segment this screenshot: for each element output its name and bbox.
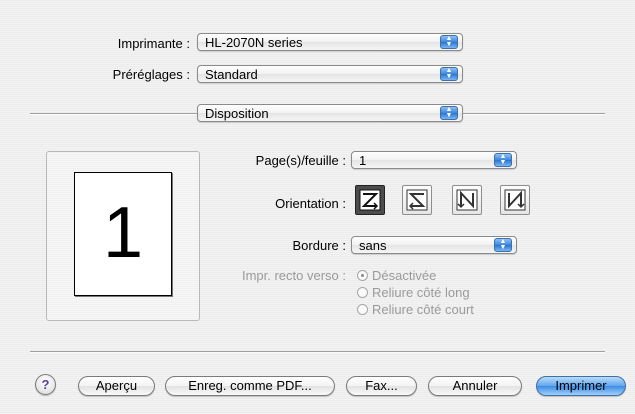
- separator-left: [30, 113, 197, 115]
- fax-button[interactable]: Fax...: [346, 376, 417, 396]
- radio-button-icon: [357, 287, 368, 298]
- duplex-option-label: Reliure côté court: [372, 302, 474, 317]
- printer-popup[interactable]: HL-2070N series ▲ ▼: [197, 33, 463, 51]
- panel-popup[interactable]: Disposition ▲ ▼: [197, 104, 463, 122]
- s-right-left-icon: [406, 189, 428, 211]
- border-value: sans: [359, 238, 387, 253]
- radio-button-icon: [357, 270, 368, 281]
- popup-arrows-icon: ▲ ▼: [494, 153, 512, 167]
- orientation-z-button[interactable]: [355, 185, 385, 215]
- save-as-pdf-button[interactable]: Enreg. comme PDF...: [165, 376, 335, 396]
- popup-arrows-icon: ▲ ▼: [440, 35, 458, 49]
- radio-button-icon: [357, 304, 368, 315]
- printer-label: Imprimante :: [117, 36, 190, 51]
- separator-right: [463, 113, 605, 115]
- presets-value: Standard: [205, 67, 258, 82]
- presets-popup[interactable]: Standard ▲ ▼: [197, 65, 463, 83]
- duplex-option-label: Désactivée: [372, 268, 437, 283]
- print-button[interactable]: Imprimer: [536, 376, 626, 396]
- duplex-option-short-edge[interactable]: Reliure côté court: [357, 302, 474, 317]
- orientation-s-button[interactable]: [402, 185, 432, 215]
- n-vertical-left-icon: [456, 189, 478, 211]
- pages-per-sheet-label: Page(s)/feuille :: [255, 153, 346, 168]
- preview-button[interactable]: Aperçu: [78, 376, 155, 396]
- layout-preview: 1: [46, 151, 200, 321]
- orientation-n-left-button[interactable]: [452, 185, 482, 215]
- printer-value: HL-2070N series: [205, 35, 303, 50]
- duplex-label: Impr. recto verso :: [241, 268, 346, 283]
- orientation-n-right-button[interactable]: [500, 185, 530, 215]
- n-vertical-right-icon: [504, 189, 526, 211]
- cancel-button[interactable]: Annuler: [428, 376, 522, 396]
- bottom-separator: [30, 351, 605, 353]
- help-button[interactable]: ?: [35, 374, 56, 395]
- z-left-right-icon: [359, 189, 381, 211]
- border-label: Bordure :: [292, 238, 346, 253]
- pages-per-sheet-value: 1: [359, 153, 367, 168]
- presets-label: Préréglages :: [112, 67, 190, 82]
- preview-page-number: 1: [102, 193, 144, 273]
- popup-arrows-icon: ▲ ▼: [440, 67, 458, 81]
- popup-arrows-icon: ▲ ▼: [440, 106, 458, 120]
- duplex-option-label: Reliure côté long: [372, 285, 470, 300]
- preview-page: 1: [74, 172, 172, 296]
- duplex-option-off[interactable]: Désactivée: [357, 268, 436, 283]
- border-popup[interactable]: sans ▲ ▼: [351, 236, 517, 254]
- duplex-option-long-edge[interactable]: Reliure côté long: [357, 285, 470, 300]
- orientation-label: Orientation :: [275, 196, 346, 211]
- popup-arrows-icon: ▲ ▼: [494, 238, 512, 252]
- panel-value: Disposition: [205, 106, 269, 121]
- pages-per-sheet-popup[interactable]: 1 ▲ ▼: [351, 151, 517, 169]
